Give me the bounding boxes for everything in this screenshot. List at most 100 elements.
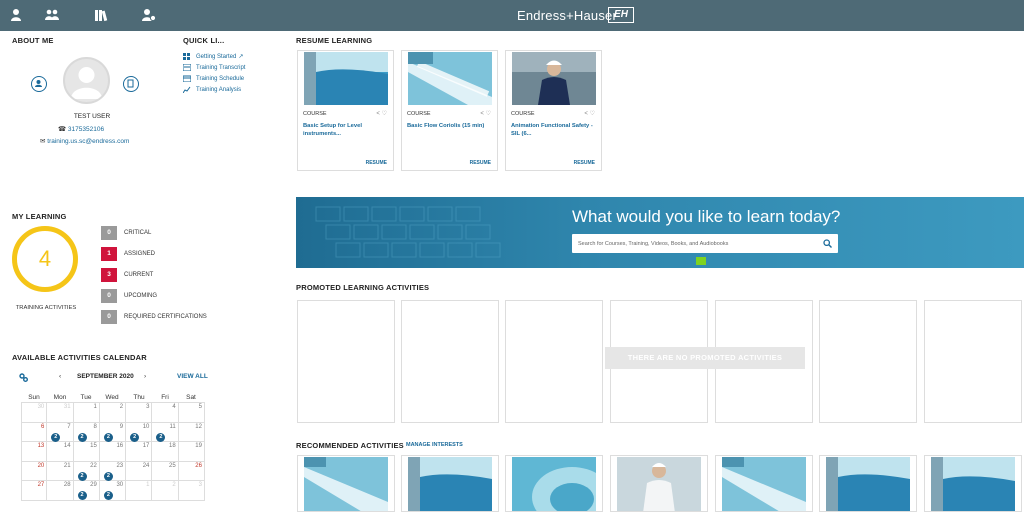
- calendar-day[interactable]: 3: [179, 481, 205, 500]
- calendar-day[interactable]: 30 2: [100, 481, 127, 500]
- next-month-icon[interactable]: ›: [144, 373, 146, 380]
- search-icon[interactable]: [823, 239, 832, 248]
- calendar-day[interactable]: 19: [179, 442, 205, 461]
- calendar-day[interactable]: 31: [47, 403, 74, 422]
- calendar-activity-count[interactable]: 2: [156, 432, 166, 442]
- recommended-card[interactable]: [505, 455, 603, 512]
- course-title[interactable]: Animation Functional Safety - SIL (6...: [511, 123, 597, 138]
- share-icon[interactable]: <: [480, 111, 484, 117]
- calendar-day[interactable]: 11 2: [152, 422, 179, 442]
- calendar-day[interactable]: 21: [47, 461, 74, 480]
- calendar-day[interactable]: 22 2: [74, 461, 100, 481]
- group-icon[interactable]: [44, 8, 60, 22]
- calendar-day[interactable]: 29 2: [74, 481, 100, 500]
- calendar-activity-count[interactable]: 2: [77, 432, 87, 442]
- quick-link-getting-started[interactable]: Getting Started ↗: [183, 53, 243, 60]
- calendar-day[interactable]: 26: [179, 461, 205, 480]
- manage-interests-link[interactable]: MANAGE INTERESTS: [406, 442, 463, 448]
- calendar-day[interactable]: 24: [126, 461, 153, 480]
- recommended-card[interactable]: [715, 455, 813, 512]
- calendar-day[interactable]: 28: [47, 481, 74, 500]
- calendar-day[interactable]: 1: [126, 481, 153, 500]
- resume-card[interactable]: COURSE < ♡ Basic Setup for Level instrum…: [297, 50, 394, 171]
- calendar-day[interactable]: 16: [100, 442, 127, 461]
- status-critical[interactable]: 0 CRITICAL: [101, 226, 151, 240]
- calendar-day[interactable]: 17: [126, 442, 153, 461]
- calendar-week-row: 20 21 22 2 23 2 24 25 26: [21, 461, 205, 481]
- calendar-day-number: 1: [93, 404, 97, 410]
- recommended-card[interactable]: [610, 455, 708, 512]
- search-box[interactable]: [572, 234, 838, 253]
- user-name: TEST USER: [73, 113, 111, 120]
- quick-link-training-transcript[interactable]: Training Transcript: [183, 64, 245, 71]
- transcript-button[interactable]: [123, 76, 139, 92]
- calendar-day[interactable]: 3: [126, 403, 153, 422]
- recommended-card[interactable]: [401, 455, 499, 512]
- calendar-day[interactable]: 12: [179, 422, 205, 441]
- calendar-day-number: 30: [37, 404, 45, 410]
- course-title[interactable]: Basic Flow Coriolis (15 min): [407, 123, 493, 131]
- heart-icon[interactable]: ♡: [486, 111, 491, 117]
- profile-button[interactable]: [31, 76, 47, 92]
- calendar-day[interactable]: 20: [21, 461, 48, 480]
- resume-button[interactable]: RESUME: [574, 160, 595, 166]
- calendar-activity-count[interactable]: 2: [103, 432, 113, 442]
- prev-month-icon[interactable]: ‹: [59, 373, 61, 380]
- calendar-day[interactable]: 92: [100, 422, 127, 442]
- search-input[interactable]: [578, 234, 818, 253]
- status-upcoming[interactable]: 0 UPCOMING: [101, 289, 157, 303]
- calendar-day[interactable]: 82: [74, 422, 100, 442]
- calendar-settings-icon[interactable]: [19, 373, 28, 382]
- library-icon[interactable]: [94, 8, 110, 22]
- course-title[interactable]: Basic Setup for Level instruments...: [303, 123, 389, 138]
- calendar-day[interactable]: 1: [74, 403, 100, 422]
- calendar-day[interactable]: 30: [21, 403, 48, 422]
- status-assigned[interactable]: 1 ASSIGNED: [101, 247, 155, 261]
- calendar-day[interactable]: 2: [152, 481, 179, 500]
- training-activities-ring[interactable]: 4: [12, 226, 78, 292]
- user-icon[interactable]: [8, 8, 24, 22]
- recommended-card[interactable]: [297, 455, 395, 512]
- recommended-card[interactable]: [819, 455, 917, 512]
- calendar-day[interactable]: 13: [21, 442, 48, 461]
- heart-icon[interactable]: ♡: [590, 111, 595, 117]
- resume-button[interactable]: RESUME: [470, 160, 491, 166]
- view-all-link[interactable]: VIEW ALL: [177, 373, 208, 380]
- team-settings-icon[interactable]: [141, 8, 157, 22]
- calendar-activity-count[interactable]: 2: [130, 432, 140, 442]
- calendar-day[interactable]: 14: [47, 442, 74, 461]
- top-navigation-bar: Endress+Hauser EH: [0, 0, 1024, 31]
- status-current[interactable]: 3 CURRENT: [101, 268, 153, 282]
- calendar-day[interactable]: 5: [179, 403, 205, 422]
- email-value[interactable]: training.us.sc@endress.com: [47, 138, 129, 145]
- phone-icon: ☎: [58, 126, 67, 133]
- calendar-day[interactable]: 6: [21, 422, 48, 441]
- calendar-day[interactable]: 18: [152, 442, 179, 461]
- calendar-day[interactable]: 10 2: [126, 422, 153, 442]
- calendar-day[interactable]: 2: [100, 403, 127, 422]
- document-icon: [127, 79, 134, 88]
- calendar-day[interactable]: 27: [21, 481, 48, 500]
- heart-icon[interactable]: ♡: [382, 111, 387, 117]
- recommended-card[interactable]: [924, 455, 1022, 512]
- phone-value[interactable]: 3175352106: [68, 126, 104, 133]
- calendar-activity-count[interactable]: 2: [103, 491, 113, 500]
- quick-link-training-analysis[interactable]: Training Analysis: [183, 86, 241, 93]
- resume-button[interactable]: RESUME: [366, 160, 387, 166]
- quick-link-training-schedule[interactable]: Training Schedule: [183, 75, 244, 82]
- calendar-activity-count[interactable]: 2: [103, 471, 113, 481]
- calendar-day[interactable]: 4: [152, 403, 179, 422]
- calendar-day[interactable]: 25: [152, 461, 179, 480]
- calendar-activity-count[interactable]: 2: [77, 491, 87, 500]
- status-required-certifications[interactable]: 0 REQUIRED CERTIFICATIONS: [101, 310, 207, 324]
- resume-card[interactable]: COURSE < ♡ Basic Flow Coriolis (15 min) …: [401, 50, 498, 171]
- calendar-day[interactable]: 15: [74, 442, 100, 461]
- promoted-title: PROMOTED LEARNING ACTIVITIES: [296, 283, 430, 292]
- resume-card[interactable]: COURSE < ♡ Animation Functional Safety -…: [505, 50, 602, 171]
- share-icon[interactable]: <: [584, 111, 588, 117]
- calendar-activity-count[interactable]: 2: [77, 471, 87, 481]
- share-icon[interactable]: <: [376, 111, 380, 117]
- calendar-activity-count[interactable]: 2: [51, 432, 61, 442]
- calendar-day[interactable]: 23 2: [100, 461, 127, 481]
- calendar-day[interactable]: 72: [47, 422, 74, 442]
